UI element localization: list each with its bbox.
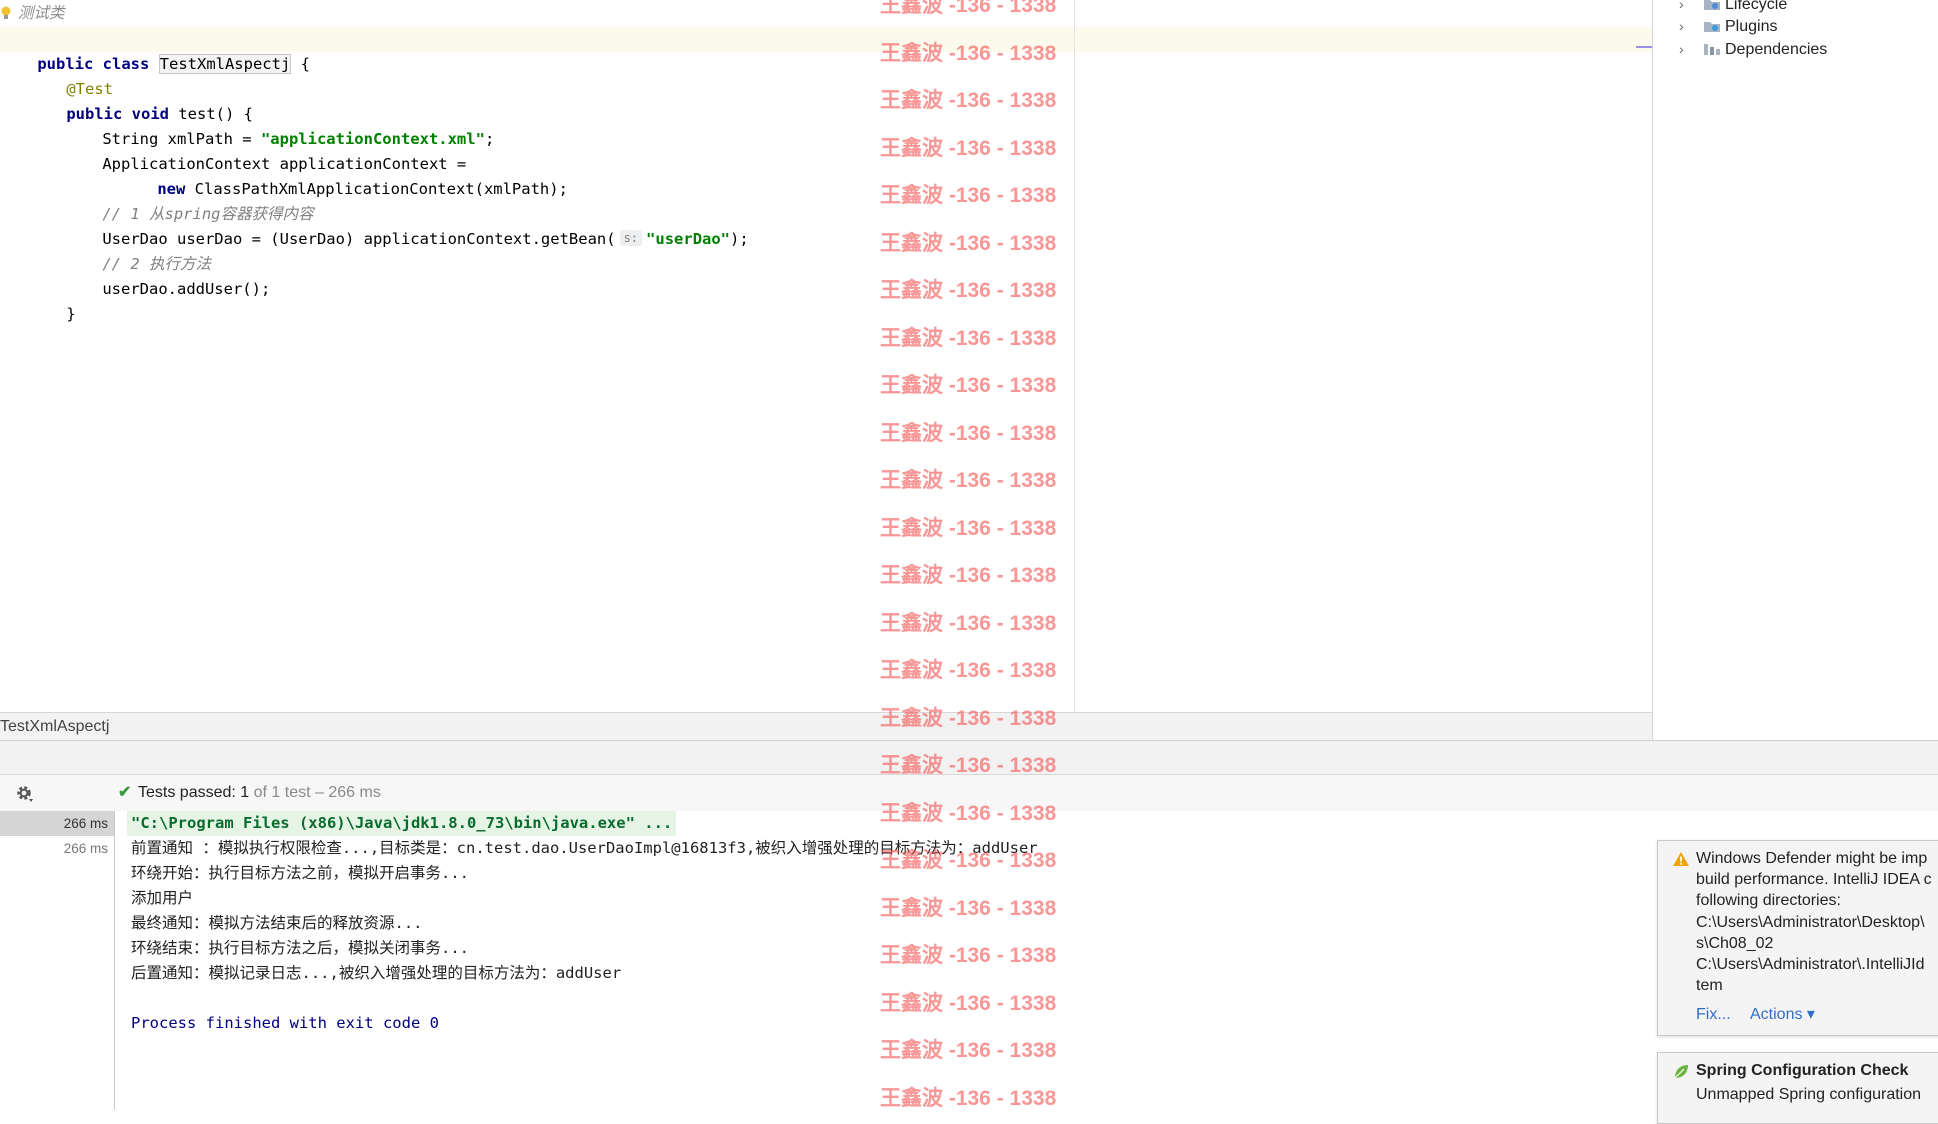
console-line: 环绕开始：执行目标方法之前，模拟开启事务... xyxy=(131,864,469,882)
code-line-new-context[interactable]: new ClassPathXmlApplicationContext(xmlPa… xyxy=(120,152,568,198)
tests-status: ✔ Tests passed: 1 of 1 test – 266 ms xyxy=(118,775,381,811)
notification-text: following directories: xyxy=(1696,892,1841,909)
console-line: 环绕结束：执行目标方法之后，模拟关闭事务... xyxy=(131,939,469,957)
code-line-adduser[interactable]: userDao.addUser(); xyxy=(65,252,270,298)
notification-text: Unmapped Spring configuration xyxy=(1696,1086,1922,1103)
right-margin-guide xyxy=(1074,0,1075,712)
breadcrumb-item-class[interactable]: TestXmlAspectj xyxy=(0,713,109,741)
chevron-right-icon[interactable]: › xyxy=(1679,14,1693,39)
console-line: 最终通知：模拟方法结束后的释放资源... xyxy=(131,914,423,932)
lifecycle-folder-icon xyxy=(1704,0,1720,10)
notification-text: tem xyxy=(1696,977,1723,994)
maven-node-dependencies[interactable]: › Dependencies xyxy=(1679,37,1827,62)
console-line: 前置通知 ：模拟执行权限检查...,目标类是：cn.test.dao.UserD… xyxy=(131,839,1038,857)
string-literal: "userDao" xyxy=(646,230,731,248)
gear-icon[interactable] xyxy=(14,783,34,803)
intention-bulb-icon[interactable] xyxy=(0,6,12,20)
code-line-appcontext[interactable]: ApplicationContext applicationContext = xyxy=(65,127,466,173)
notification-spring-config-check[interactable]: Spring Configuration Check Unmapped Spri… xyxy=(1657,1052,1938,1124)
tests-status-label: Tests passed: xyxy=(138,784,241,801)
spring-leaf-icon xyxy=(1674,1065,1688,1079)
maven-node-plugins[interactable]: › Plugins xyxy=(1679,14,1777,39)
code-line-class-decl[interactable]: public class TestXmlAspectj { xyxy=(0,27,310,74)
notification-text: C:\Users\Administrator\.IntelliJId xyxy=(1696,956,1925,973)
check-icon: ✔ xyxy=(118,784,132,801)
maven-tool-window: › Lifecycle › Plugins › Dependencies xyxy=(1652,0,1938,740)
fix-link[interactable]: Fix... xyxy=(1696,1005,1731,1025)
console-line: 后置通知：模拟记录日志...,被织入增强处理的目标方法为：addUser xyxy=(131,964,622,982)
code-line-method-decl[interactable]: public void test() { xyxy=(29,77,253,123)
plugins-folder-icon xyxy=(1704,22,1720,32)
actions-dropdown-link[interactable]: Actions ▾ xyxy=(1750,1005,1815,1025)
test-duration[interactable]: 266 ms xyxy=(64,811,108,836)
code-line-comment-2[interactable]: // 2 执行方法 xyxy=(65,227,211,273)
code-token: userDao.addUser(); xyxy=(102,280,271,298)
code-editor[interactable]: 测试类 public class TestXmlAspectj { @Test … xyxy=(0,0,1652,712)
code-token: } xyxy=(66,305,76,323)
code-token: { xyxy=(291,55,310,73)
maven-node-label: Dependencies xyxy=(1725,41,1828,58)
console-line: 添加用户 xyxy=(131,889,194,907)
code-token: ; xyxy=(484,130,495,148)
run-toolbar: ✔ Tests passed: 1 of 1 test – 266 ms xyxy=(0,774,1938,812)
code-line-close-brace[interactable]: } xyxy=(29,277,75,323)
warning-icon xyxy=(1673,852,1689,866)
notification-text: build performance. IntelliJ IDEA c xyxy=(1696,871,1932,888)
chevron-right-icon[interactable]: › xyxy=(1679,37,1693,62)
tests-status-detail: of 1 test – 266 ms xyxy=(249,784,381,801)
code-line-annotation[interactable]: @Test xyxy=(29,52,113,98)
parameter-hint: s: xyxy=(619,230,643,246)
notification-text: s\Ch08_02 xyxy=(1696,935,1774,952)
code-line-xmlpath[interactable]: String xmlPath = "applicationContext.xml… xyxy=(65,102,494,148)
code-line-comment-1[interactable]: // 1 从spring容器获得内容 xyxy=(65,177,313,223)
notification-title: Spring Configuration Check xyxy=(1696,1062,1909,1079)
javadoc-comment: 测试类 xyxy=(0,2,65,26)
notification-windows-defender[interactable]: Windows Defender might be imp build perf… xyxy=(1657,840,1938,1036)
notification-text: Windows Defender might be imp xyxy=(1696,850,1928,867)
console-command-line[interactable]: "C:\Program Files (x86)\Java\jdk1.8.0_73… xyxy=(127,811,677,836)
tool-window-splitter[interactable] xyxy=(0,740,1938,775)
doc-comment-text: 测试类 xyxy=(18,5,65,22)
test-results-tree: 266 ms 266 ms xyxy=(0,811,115,1110)
code-line-getbean[interactable]: UserDao userDao = (UserDao) applicationC… xyxy=(65,202,749,248)
breadcrumb: TestXmlAspectj xyxy=(0,712,1652,741)
class-name[interactable]: TestXmlAspectj xyxy=(158,54,292,74)
dependencies-icon xyxy=(1704,44,1720,55)
maven-node-label: Lifecycle xyxy=(1725,0,1788,13)
tests-passed-count: 1 xyxy=(240,784,250,801)
test-duration[interactable]: 266 ms xyxy=(64,836,108,861)
error-stripe-marker[interactable] xyxy=(1636,46,1652,48)
notification-text: C:\Users\Administrator\Desktop\ xyxy=(1696,914,1925,931)
maven-node-label: Plugins xyxy=(1725,18,1778,35)
code-token: ); xyxy=(730,230,749,248)
console-exit-line: Process finished with exit code 0 xyxy=(131,1014,439,1032)
